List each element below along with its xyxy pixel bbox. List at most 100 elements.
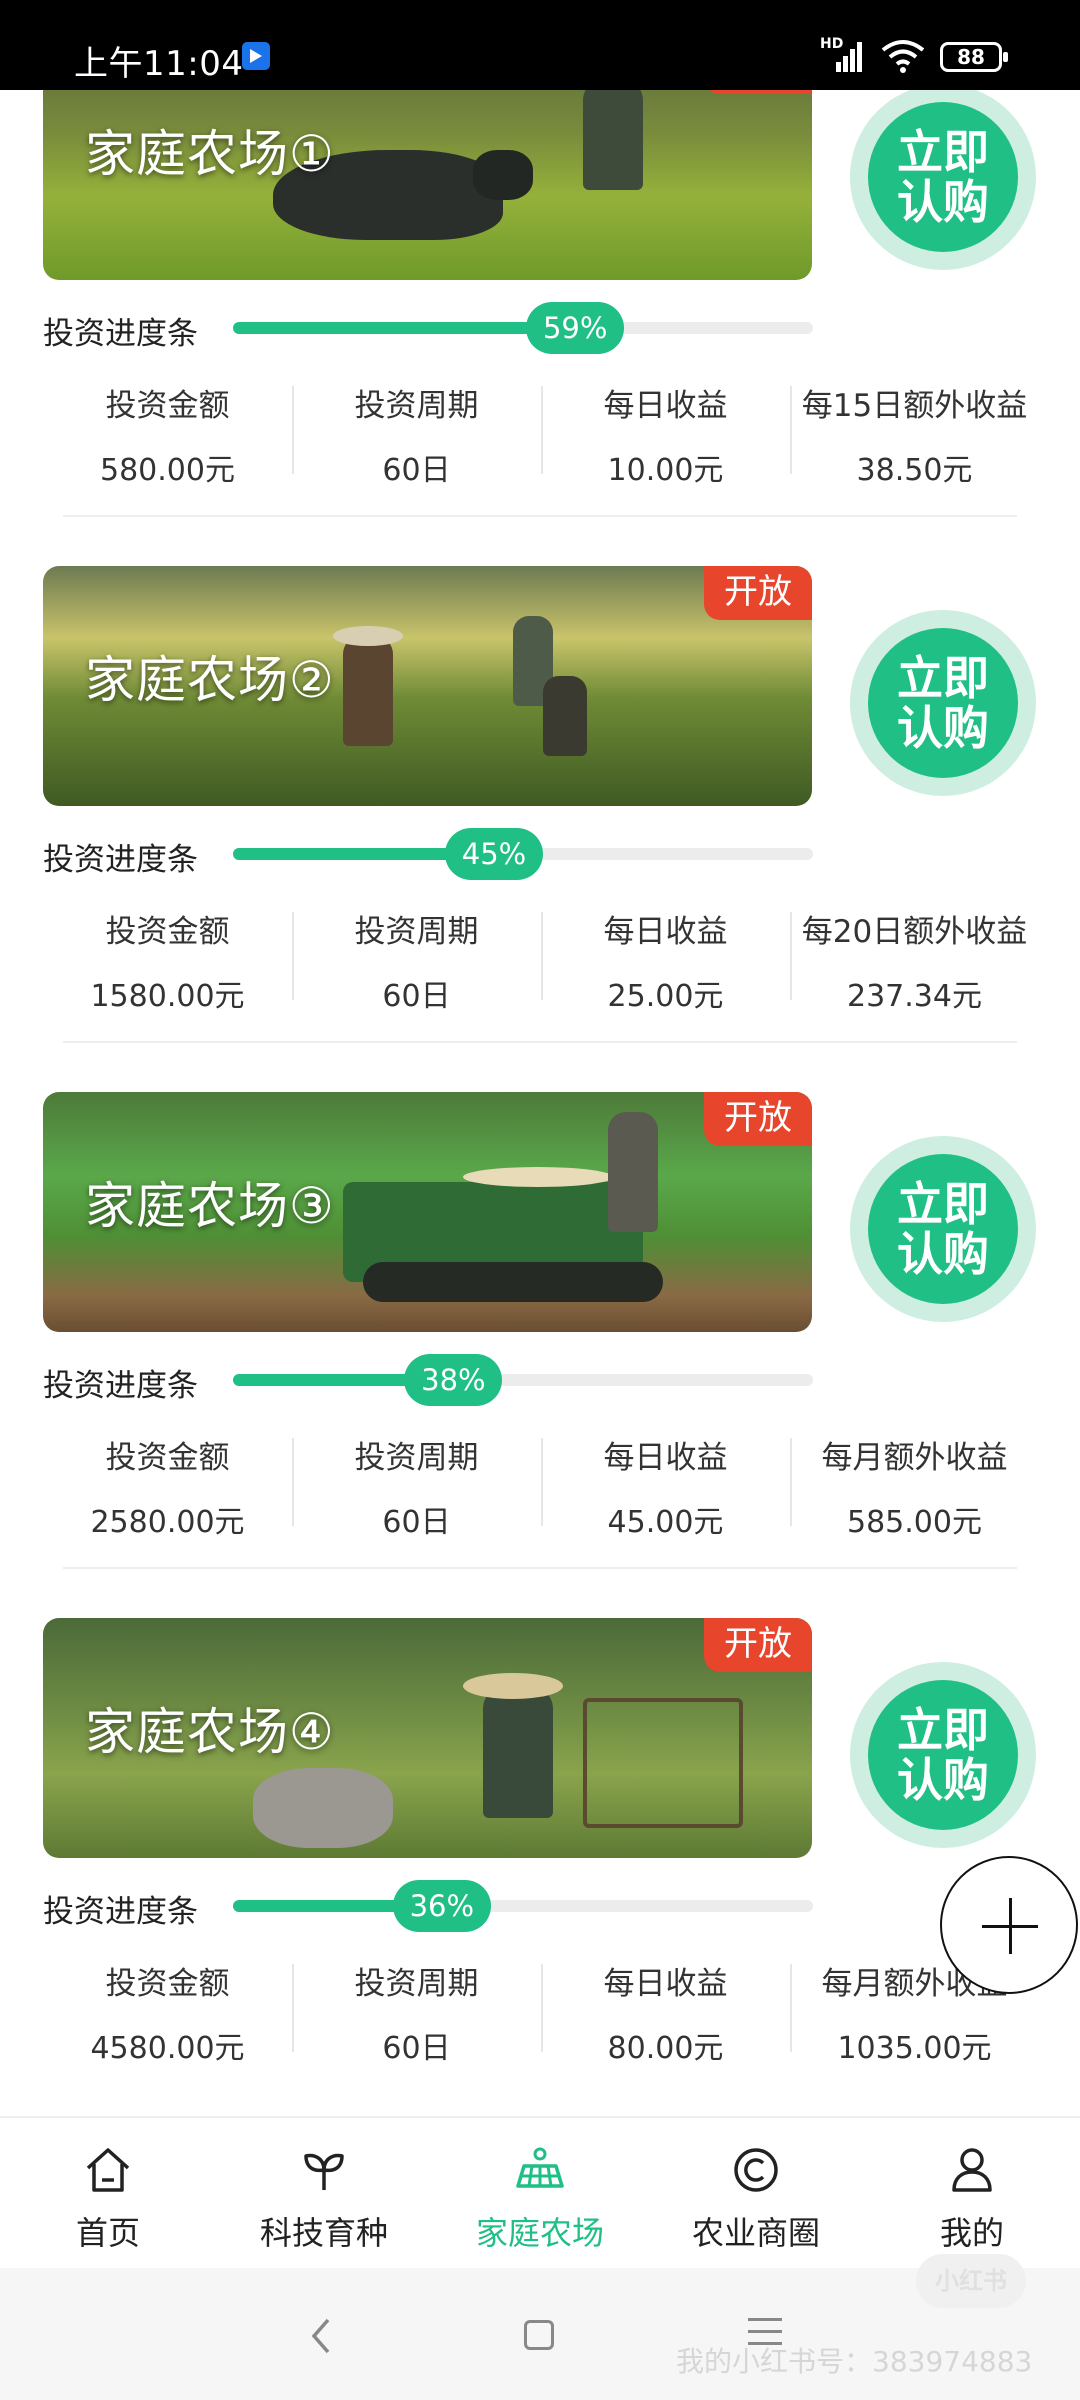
app-notification-icon: [242, 42, 270, 70]
add-button[interactable]: [940, 1856, 1078, 1994]
stat-value: 580.00元: [100, 453, 235, 488]
stats-row: 投资金额 2580.00元 投资周期 60日 每日收益 45.00元 每月额外收益 58…: [43, 1432, 1039, 1540]
stat-amount: 投资金额 1580.00元: [43, 906, 292, 1014]
buy-now-button[interactable]: 立即认购: [850, 610, 1036, 796]
progress-row: 投资进度条 38%: [43, 1354, 813, 1406]
stat-label: 投资金额: [105, 914, 230, 950]
solar-farm-icon: [516, 2147, 564, 2188]
watermark-logo: 小红书: [916, 2254, 1026, 2308]
stat-daily: 每日收益 10.00元: [541, 380, 790, 488]
stats-row: 投资金额 580.00元 投资周期 60日 每日收益 10.00元 每15日额外收益 3…: [43, 380, 1039, 488]
buy-now-button[interactable]: 立即认购: [850, 90, 1036, 270]
tab-breeding[interactable]: 科技育种: [216, 2118, 432, 2268]
divider: [63, 515, 1017, 517]
progress-row: 投资进度条 36%: [43, 1880, 813, 1932]
stat-daily: 每日收益 45.00元: [541, 1432, 790, 1540]
farm-image[interactable]: 家庭农场③ 开放: [43, 1092, 812, 1332]
stat-value: 585.00元: [847, 1505, 982, 1540]
stat-period: 投资周期 60日: [292, 906, 541, 1014]
stat-label: 每月额外收益: [821, 1440, 1008, 1476]
farm-card-1: 家庭农场① 开放 立即认购 投资进度条 59% 投资金额 580.00元 投资周期…: [0, 90, 1080, 566]
status-badge: 开放: [704, 566, 812, 620]
stat-label: 每20日额外收益: [801, 914, 1028, 950]
progress-percent: 38%: [404, 1354, 503, 1406]
farm-list[interactable]: 家庭农场① 开放 立即认购 投资进度条 59% 投资金额 580.00元 投资周期…: [0, 90, 1080, 2116]
stat-label: 投资周期: [354, 914, 479, 950]
stat-daily: 每日收益 25.00元: [541, 906, 790, 1014]
stat-label: 投资金额: [105, 388, 230, 424]
status-badge: 开放: [704, 1092, 812, 1146]
status-time: 上午11:04: [74, 44, 244, 84]
stat-amount: 投资金额 2580.00元: [43, 1432, 292, 1540]
progress-percent: 45%: [445, 828, 543, 880]
progress-percent: 59%: [526, 302, 625, 354]
stat-label: 每日收益: [603, 914, 728, 950]
buy-now-button[interactable]: 立即认购: [850, 1136, 1036, 1322]
stat-value: 60日: [382, 453, 451, 488]
progress-label: 投资进度条: [43, 842, 198, 878]
farm-card-2: 家庭农场② 开放 立即认购 投资进度条 45% 投资金额 1580.00元 投资周…: [0, 566, 1080, 1092]
stats-row: 投资金额 1580.00元 投资周期 60日 每日收益 25.00元 每20日额外收益…: [43, 906, 1039, 1014]
stat-amount: 投资金额 4580.00元: [43, 1958, 292, 2066]
progress-label: 投资进度条: [43, 1368, 198, 1404]
tab-label: 科技育种: [259, 2214, 388, 2252]
stat-period: 投资周期 60日: [292, 380, 541, 488]
stat-value: 60日: [382, 979, 451, 1014]
progress-percent: 36%: [392, 1880, 491, 1932]
stat-value: 38.50元: [856, 453, 973, 488]
tab-label: 农业商圈: [691, 2214, 820, 2252]
stat-label: 每日收益: [603, 388, 728, 424]
stat-label: 投资周期: [354, 388, 479, 424]
stat-label: 每15日额外收益: [801, 388, 1028, 424]
buy-now-button[interactable]: 立即认购: [850, 1662, 1036, 1848]
farm-card-3: 家庭农场③ 开放 立即认购 投资进度条 38% 投资金额 2580.00元 投资周…: [0, 1092, 1080, 1618]
system-nav-bar: 我的小红书号：383974883 小红书: [0, 2254, 1080, 2400]
tab-mine[interactable]: 我的: [864, 2118, 1080, 2268]
farm-title: 家庭农场①: [85, 125, 335, 183]
tab-label: 家庭农场: [475, 2214, 604, 2252]
buy-now-label: 立即认购: [868, 628, 1018, 778]
tab-agri-business[interactable]: 农业商圈: [648, 2118, 864, 2268]
status-badge: 开放: [704, 90, 812, 94]
stat-period: 投资周期 60日: [292, 1432, 541, 1540]
farm-card-4: 家庭农场④ 开放 立即认购 投资进度条 36% 投资金额 4580.00元 投资周…: [0, 1618, 1080, 2116]
progress-track: 36%: [233, 1880, 813, 1932]
farm-image[interactable]: 家庭农场④ 开放: [43, 1618, 812, 1858]
stat-extra: 每月额外收益 585.00元: [790, 1432, 1039, 1540]
circle-c-icon: [734, 2148, 778, 2192]
farm-image[interactable]: 家庭农场① 开放: [43, 90, 812, 280]
stat-value: 45.00元: [607, 1505, 724, 1540]
progress-label: 投资进度条: [43, 1894, 198, 1930]
progress-row: 投资进度条 45%: [43, 828, 813, 880]
stat-extra: 每20日额外收益 237.34元: [790, 906, 1039, 1014]
buy-now-label: 立即认购: [868, 102, 1018, 252]
stat-extra: 每15日额外收益 38.50元: [790, 380, 1039, 488]
tab-family-farm[interactable]: 家庭农场: [432, 2118, 648, 2268]
stat-value: 60日: [382, 1505, 451, 1540]
battery-icon: 88: [940, 42, 1008, 72]
signal-icon: [836, 42, 862, 72]
stat-label: 投资金额: [105, 1440, 230, 1476]
back-icon[interactable]: [308, 2316, 334, 2356]
farm-image[interactable]: 家庭农场② 开放: [43, 566, 812, 806]
farm-title: 家庭农场④: [85, 1703, 335, 1761]
progress-fill: [233, 322, 576, 334]
bottom-tab-bar: 首页 科技育种 家庭农场 农业商圈 我的: [0, 2116, 1080, 2268]
stat-value: 4580.00元: [90, 2031, 245, 2066]
tab-home[interactable]: 首页: [0, 2118, 216, 2268]
stat-value: 80.00元: [607, 2031, 724, 2066]
stat-label: 投资周期: [354, 1966, 479, 2002]
stat-period: 投资周期 60日: [292, 1958, 541, 2066]
stat-value: 1035.00元: [837, 2031, 992, 2066]
stat-amount: 投资金额 580.00元: [43, 380, 292, 488]
stat-value: 60日: [382, 2031, 451, 2066]
stat-value: 10.00元: [607, 453, 724, 488]
stat-value: 1580.00元: [90, 979, 245, 1014]
stat-label: 投资金额: [105, 1966, 230, 2002]
leaf-icon: [304, 2153, 344, 2190]
home-icon: [86, 2148, 130, 2192]
tab-label: 首页: [75, 2214, 140, 2252]
progress-track: 59%: [233, 302, 813, 354]
home-nav-icon[interactable]: [524, 2320, 554, 2350]
stat-label: 每日收益: [603, 1440, 728, 1476]
